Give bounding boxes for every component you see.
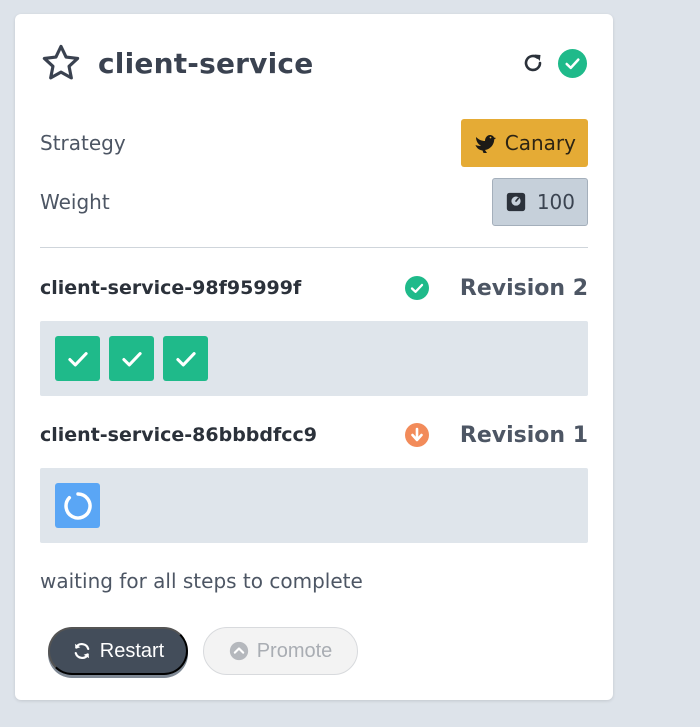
weight-row: Weight 100 bbox=[40, 178, 588, 226]
spinner-icon bbox=[63, 491, 92, 520]
header-actions bbox=[521, 48, 588, 79]
check-icon bbox=[121, 351, 142, 366]
restart-icon bbox=[72, 641, 92, 661]
divider bbox=[40, 247, 588, 248]
refresh-icon[interactable] bbox=[521, 51, 545, 75]
strategy-label: Strategy bbox=[40, 131, 126, 155]
card-header: client-service bbox=[40, 42, 588, 84]
step-complete[interactable] bbox=[55, 336, 100, 381]
star-icon[interactable] bbox=[40, 42, 82, 84]
check-icon bbox=[175, 351, 196, 366]
restart-button[interactable]: Restart bbox=[48, 627, 188, 675]
step-complete[interactable] bbox=[163, 336, 208, 381]
revision-steps bbox=[40, 468, 588, 543]
revision-name: client-service-86bbbdfcc9 bbox=[40, 424, 318, 446]
scaled-down-icon bbox=[404, 422, 430, 448]
healthy-icon bbox=[404, 275, 430, 301]
strategy-value: Canary bbox=[504, 131, 576, 155]
promote-label: Promote bbox=[256, 639, 333, 662]
promote-button[interactable]: Promote bbox=[203, 627, 358, 675]
weight-value: 100 bbox=[536, 190, 575, 214]
restart-label: Restart bbox=[99, 639, 165, 662]
rollout-healthy-icon bbox=[557, 48, 588, 79]
chevron-up-icon bbox=[229, 641, 249, 661]
rollout-title: client-service bbox=[98, 46, 314, 80]
step-running[interactable] bbox=[55, 483, 100, 528]
rollout-card: client-service Strategy Canary Weight 10… bbox=[15, 14, 613, 700]
canary-bird-icon bbox=[473, 131, 497, 155]
revision-name: client-service-98f95999f bbox=[40, 277, 302, 299]
status-message: waiting for all steps to complete bbox=[40, 569, 363, 593]
strategy-row: Strategy Canary bbox=[40, 119, 588, 167]
check-icon bbox=[67, 351, 88, 366]
revision-header: client-service-98f95999f Revision 2 bbox=[40, 273, 588, 303]
revision-steps bbox=[40, 321, 588, 396]
weight-label: Weight bbox=[40, 190, 110, 214]
revision-label: Revision 1 bbox=[459, 422, 588, 448]
weight-badge: 100 bbox=[491, 178, 588, 226]
step-complete[interactable] bbox=[109, 336, 154, 381]
strategy-badge: Canary bbox=[460, 119, 588, 167]
revision-header: client-service-86bbbdfcc9 Revision 1 bbox=[40, 420, 588, 450]
scale-icon bbox=[505, 191, 527, 213]
revision-label: Revision 2 bbox=[459, 275, 588, 301]
